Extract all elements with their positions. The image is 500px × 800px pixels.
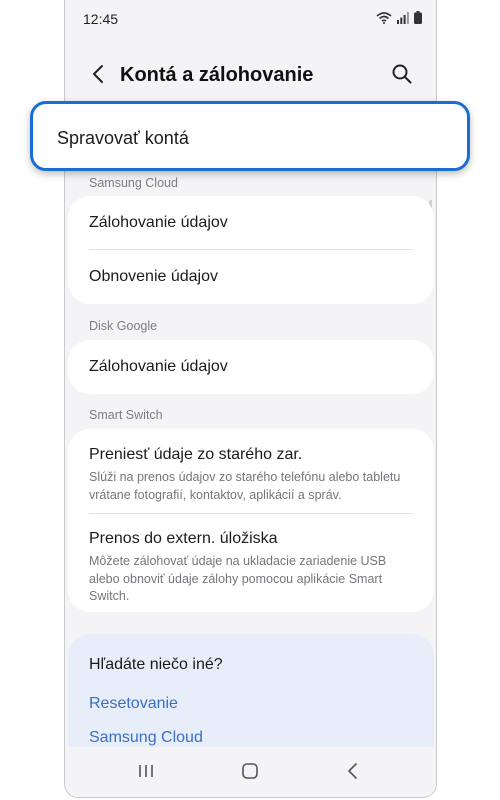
page-title: Kontá a zálohovanie xyxy=(120,64,314,86)
search-icon[interactable] xyxy=(390,62,414,86)
navigation-bar xyxy=(65,747,436,797)
manage-accounts-label: Spravovať kontá xyxy=(57,128,189,148)
help-card: Hľadáte niečo iné? Resetovanie Samsung C… xyxy=(68,634,434,764)
help-link-resetovanie[interactable]: Resetovanie xyxy=(89,695,178,713)
status-icons xyxy=(376,11,422,24)
list-item-title: Prenos do extern. úložiska xyxy=(89,530,278,547)
battery-icon xyxy=(414,11,422,24)
manage-accounts-item[interactable]: Spravovať kontá xyxy=(30,101,470,171)
back-icon[interactable] xyxy=(87,62,111,86)
section-label-samsung-cloud: Samsung Cloud xyxy=(89,176,178,190)
list-item[interactable]: Preniesť údaje zo starého zar. Slúži na … xyxy=(89,445,413,504)
help-title: Hľadáte niečo iné? xyxy=(89,656,223,673)
list-item-description: Slúži na prenos údajov zo starého telefó… xyxy=(89,470,401,502)
recent-apps-icon[interactable] xyxy=(134,761,158,781)
smart-switch-card: Preniesť údaje zo starého zar. Slúži na … xyxy=(68,429,434,612)
list-item[interactable]: Zálohovanie údajov xyxy=(89,357,413,377)
app-header: Kontá a zálohovanie xyxy=(65,52,436,98)
divider xyxy=(89,513,413,514)
list-item-description: Môžete zálohovať údaje na ukladacie zari… xyxy=(89,554,387,603)
divider xyxy=(89,249,413,250)
section-label-smart-switch: Smart Switch xyxy=(89,408,163,422)
disk-google-card: Zálohovanie údajov xyxy=(68,340,434,394)
status-time: 12:45 xyxy=(83,11,119,27)
list-item-title: Preniesť údaje zo starého zar. xyxy=(89,446,303,463)
list-item[interactable]: Obnovenie údajov xyxy=(89,267,413,287)
nav-back-icon[interactable] xyxy=(342,761,366,781)
section-label-disk-google: Disk Google xyxy=(89,319,158,333)
list-item-title: Obnovenie údajov xyxy=(89,268,218,285)
help-link-samsung-cloud[interactable]: Samsung Cloud xyxy=(89,729,203,747)
wifi-icon xyxy=(376,11,392,24)
home-icon[interactable] xyxy=(238,761,262,781)
samsung-cloud-card: Zálohovanie údajov Obnovenie údajov xyxy=(68,196,434,304)
status-bar: 12:45 xyxy=(65,0,436,36)
list-item[interactable]: Prenos do extern. úložiska Môžete záloho… xyxy=(89,529,413,606)
list-item[interactable]: Zálohovanie údajov xyxy=(89,213,413,233)
list-item-title: Zálohovanie údajov xyxy=(89,214,228,231)
signal-icon xyxy=(397,11,409,24)
list-item-title: Zálohovanie údajov xyxy=(89,358,228,375)
